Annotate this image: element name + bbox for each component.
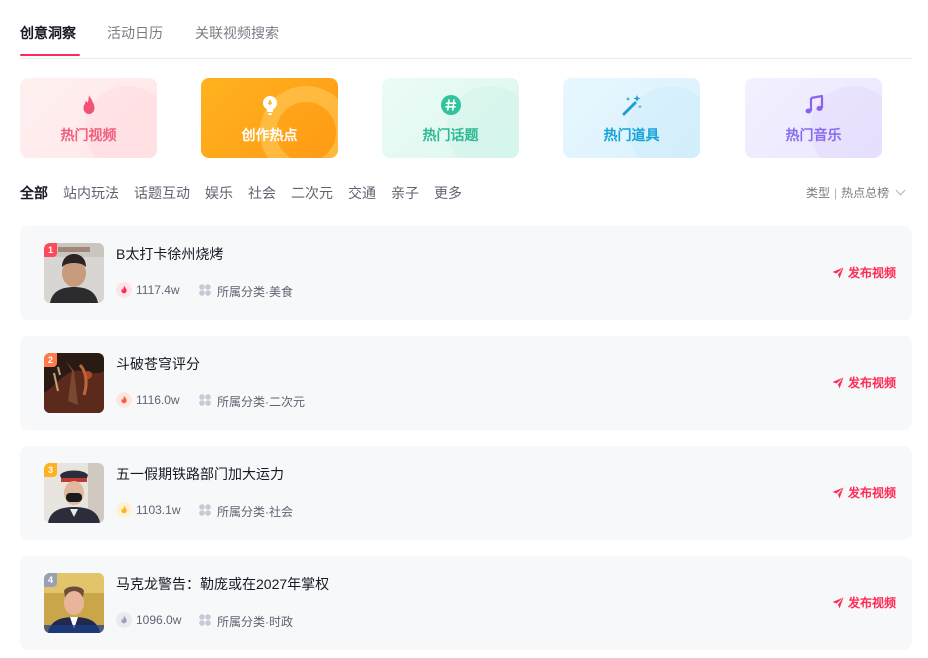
send-icon [832, 267, 844, 279]
list-item[interactable]: 4 马克龙警告：勒庞或在2027年掌权 1096.0w 所属分类·时政 发布视频 [20, 556, 912, 650]
rank-badge: 2 [44, 353, 57, 367]
filter-all[interactable]: 全部 [20, 183, 48, 203]
category-icon [199, 504, 211, 516]
tab-related-video-search[interactable]: 关联视频搜索 [195, 23, 279, 43]
lightbulb-icon [262, 96, 277, 115]
filter-platform-play[interactable]: 站内玩法 [63, 183, 119, 203]
list-item[interactable]: 3 五一假期铁路部门加大运力 1103.1w 所属分类·社会 发布视频 [20, 446, 912, 540]
tab-creative-insight[interactable]: 创意洞察 [20, 23, 76, 43]
sort-value: 热点总榜 [841, 186, 890, 200]
category-cards: 热门视频 创作热点 热门话题 热门道具 热门音乐 [20, 78, 912, 158]
heat-value: 1103.1w [136, 503, 181, 517]
category-label: 所属分类·二次元 [217, 395, 305, 409]
publish-video-button[interactable]: 发布视频 [832, 484, 896, 501]
rank-badge: 4 [44, 573, 57, 587]
thumbnail[interactable]: 4 [44, 573, 104, 633]
publish-video-button[interactable]: 发布视频 [832, 594, 896, 611]
sort-separator: | [834, 186, 838, 200]
filter-society[interactable]: 社会 [248, 183, 276, 203]
thumbnail[interactable]: 3 [44, 463, 104, 523]
filter-parenting[interactable]: 亲子 [391, 183, 419, 203]
flame-icon [116, 282, 132, 298]
publish-video-button[interactable]: 发布视频 [832, 374, 896, 391]
publish-label: 发布视频 [847, 486, 896, 500]
card-label: 热门话题 [422, 127, 479, 143]
heat-value: 1117.4w [136, 283, 180, 297]
sort-type-label: 类型 [806, 186, 831, 200]
item-title[interactable]: 五一假期铁路部门加大运力 [116, 464, 284, 484]
magic-wand-icon [622, 95, 642, 116]
card-hot-props[interactable]: 热门道具 [563, 78, 700, 158]
flame-icon [116, 392, 132, 408]
music-note-icon [805, 94, 823, 114]
flame-icon [116, 502, 132, 518]
category-label: 所属分类·美食 [217, 285, 293, 299]
card-label: 创作热点 [241, 127, 298, 143]
flame-icon [83, 95, 94, 114]
category-label: 所属分类·社会 [217, 505, 293, 519]
heat-value: 1116.0w [136, 393, 180, 407]
sort-dropdown[interactable]: 类型 | 热点总榜 [806, 184, 906, 201]
send-icon [832, 377, 844, 389]
filter-anime[interactable]: 二次元 [291, 183, 333, 203]
item-title[interactable]: 斗破苍穹评分 [116, 354, 200, 374]
heat-value: 1096.0w [136, 613, 182, 627]
send-icon [832, 597, 844, 609]
list-item[interactable]: 1 B太打卡徐州烧烤 1117.4w 所属分类·美食 发布视频 [20, 226, 912, 320]
category-label: 所属分类·时政 [217, 615, 293, 629]
card-creative-hotspots[interactable]: 创作热点 [201, 78, 338, 158]
category-icon [199, 284, 211, 296]
chevron-down-icon [895, 185, 906, 196]
hashtag-icon [440, 95, 461, 115]
category-icon [199, 614, 211, 626]
filter-traffic[interactable]: 交通 [348, 183, 376, 203]
card-hot-videos[interactable]: 热门视频 [20, 78, 157, 158]
rank-badge: 1 [44, 243, 57, 257]
publish-label: 发布视频 [847, 376, 896, 390]
card-hot-music[interactable]: 热门音乐 [745, 78, 882, 158]
publish-video-button[interactable]: 发布视频 [832, 264, 896, 281]
send-icon [832, 487, 844, 499]
active-tab-underline [20, 54, 80, 56]
item-title[interactable]: B太打卡徐州烧烤 [116, 244, 223, 264]
flame-icon [116, 612, 132, 628]
list-item[interactable]: 2 斗破苍穹评分 1116.0w 所属分类·二次元 发布视频 [20, 336, 912, 430]
thumbnail[interactable]: 1 [44, 243, 104, 303]
publish-label: 发布视频 [847, 596, 896, 610]
tab-activity-calendar[interactable]: 活动日历 [107, 23, 163, 43]
card-label: 热门视频 [60, 127, 117, 143]
filter-entertainment[interactable]: 娱乐 [205, 183, 233, 203]
top-tab-bar: 创意洞察 活动日历 关联视频搜索 [20, 0, 912, 59]
card-label: 热门音乐 [785, 127, 842, 143]
publish-label: 发布视频 [847, 266, 896, 280]
card-label: 热门道具 [603, 127, 660, 143]
filter-more[interactable]: 更多 [434, 183, 462, 203]
filter-topic-interaction[interactable]: 话题互动 [134, 183, 190, 203]
item-title[interactable]: 马克龙警告：勒庞或在2027年掌权 [116, 574, 329, 594]
card-hot-topics[interactable]: 热门话题 [382, 78, 519, 158]
thumbnail[interactable]: 2 [44, 353, 104, 413]
category-icon [199, 394, 211, 406]
rank-badge: 3 [44, 463, 57, 477]
